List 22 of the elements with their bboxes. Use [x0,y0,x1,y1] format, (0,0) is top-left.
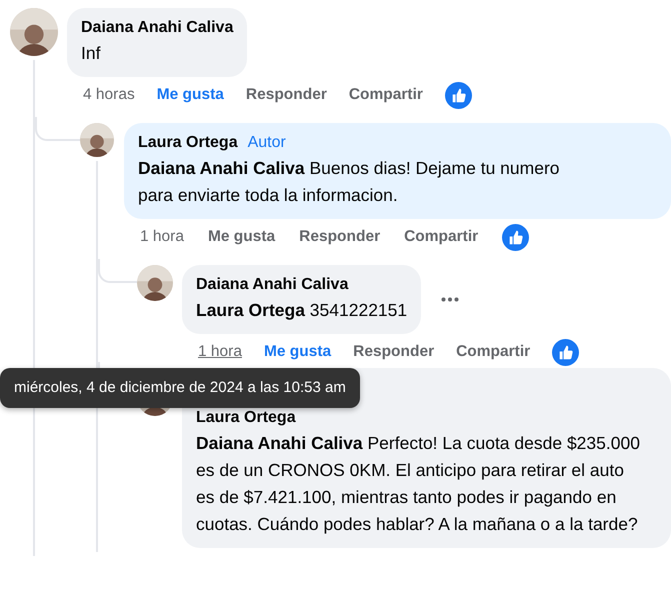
timestamp-link[interactable]: 1 hora [140,225,184,249]
comment-text: Daiana Anahi Caliva Perfecto! La cuota desde $235.000 es de un CRONOS 0KM. El anticipo para retirar el auto es de $7.421.100, mientras tanto podes ir pagando en cuotas. Cuándo podes hablar? A la mañana o a la tarde? [196,432,641,536]
comment-text: Inf [81,42,102,65]
author-name[interactable]: Laura Ortega [196,409,296,426]
like-button[interactable]: Me gusta [208,225,276,249]
author-name[interactable]: Daiana Anahi Caliva [81,19,234,36]
author-name[interactable]: Laura Ortega [138,134,238,151]
timestamp-tooltip: miércoles, 4 de diciembre de 2024 a las 10:53 am [0,368,360,408]
timestamp-link[interactable]: 1 hora [198,340,242,364]
share-button[interactable]: Compartir [456,340,530,364]
reply-button[interactable]: Responder [299,225,380,249]
like-button[interactable]: Me gusta [156,83,224,107]
comment-text: Laura Ortega 3541222151 [196,299,408,322]
author-name[interactable]: Daiana Anahi Caliva [196,276,348,293]
like-button[interactable]: Me gusta [264,340,332,364]
reply-button[interactable]: Responder [246,83,327,107]
share-button[interactable]: Compartir [404,225,478,249]
timestamp-link[interactable]: 4 horas [83,83,135,107]
reply-button[interactable]: Responder [353,340,434,364]
comment-text: Daiana Anahi Caliva Buenos dias! Dejame tu numero para enviarte toda la informacion. [138,157,561,207]
share-button[interactable]: Compartir [348,83,423,107]
author-label: Autor [248,134,286,151]
